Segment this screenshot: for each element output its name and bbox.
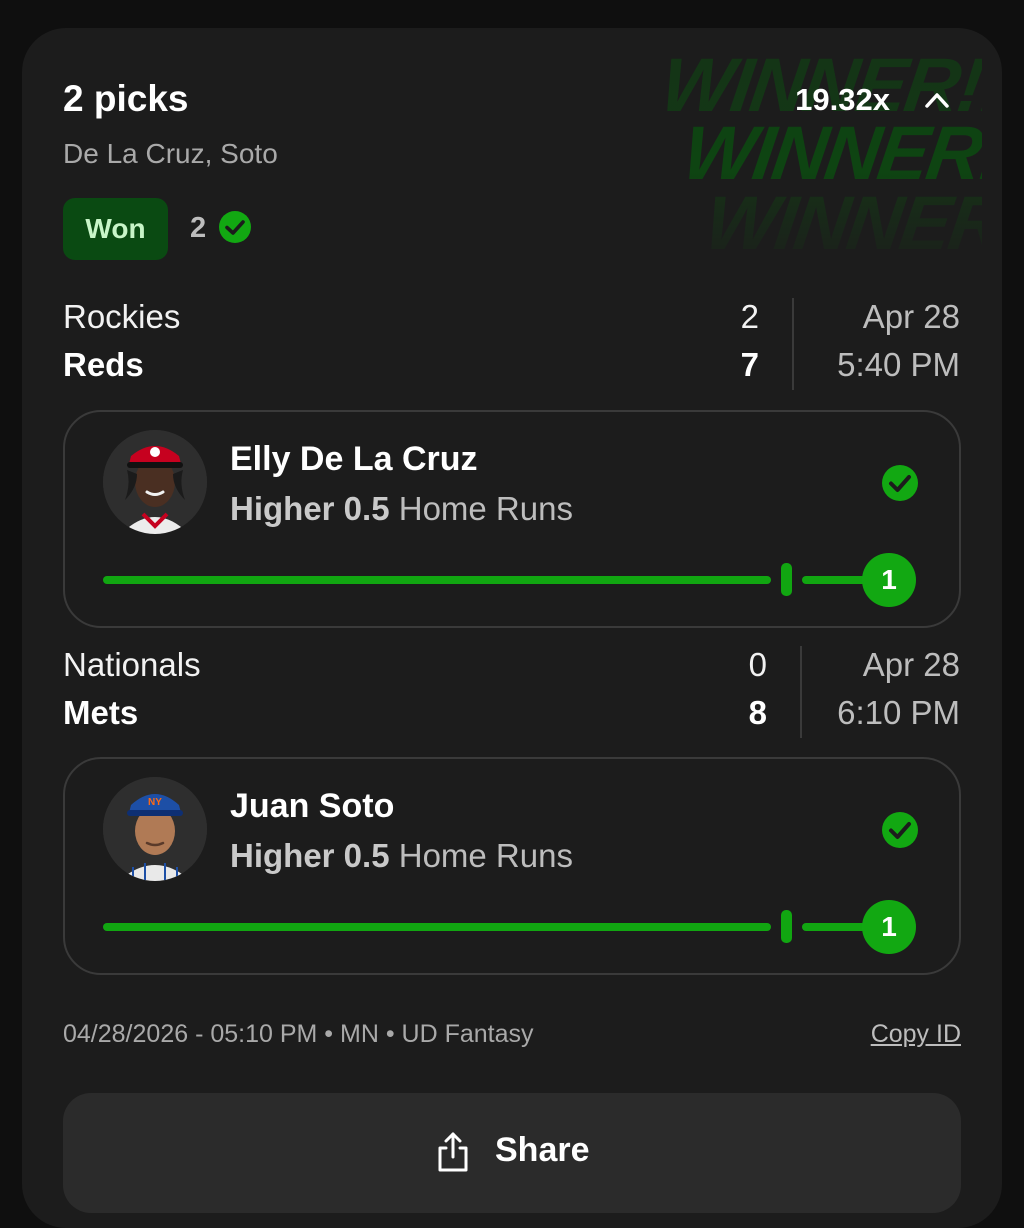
player-headshot [103,430,207,534]
result-value: 1 [862,553,916,607]
pick-direction-line: Higher 0.5 [230,837,390,874]
result-value: 1 [862,900,916,954]
pick-card[interactable]: NY Juan Soto Higher 0.5 Home Runs 1 [63,757,961,975]
line-marker [781,563,792,596]
avatar [103,430,207,534]
winner-background: WINNER!! WINNER!! WINNER!! [662,28,982,268]
home-team: Mets [63,694,139,731]
check-circle-icon [882,812,918,848]
winner-text: WINNER!! [700,181,982,266]
game-row: Nationals Mets 0 8 Apr 28 6:10 PM [63,646,960,746]
share-icon [438,1132,468,1172]
home-score: 8 [748,694,767,731]
entry-meta: 04/28/2026 - 05:10 PM • MN • UD Fantasy [63,1020,534,1048]
entry-title: 2 picks [63,78,189,119]
divider [800,646,802,738]
avatar: NY [103,777,207,881]
pick-stat: Home Runs [398,490,573,527]
won-count: 2 [190,212,207,244]
progress-track [103,576,771,584]
pick-line: Higher 0.5 Home Runs [230,490,573,528]
player-headshot: NY [103,777,207,881]
copy-id-link[interactable]: Copy ID [871,1020,961,1049]
home-score: 7 [740,346,759,383]
pick-direction-line: Higher 0.5 [230,490,390,527]
payout-multiplier: 19.32x [795,82,890,117]
away-score: 0 [748,646,767,683]
svg-text:NY: NY [148,797,162,808]
away-team: Nationals [63,646,201,683]
chevron-up-icon[interactable] [922,86,952,116]
game-date: Apr 28 [862,646,960,683]
divider [792,298,794,390]
share-label: Share [495,1131,590,1169]
home-team: Reds [63,346,144,383]
pick-line: Higher 0.5 Home Runs [230,837,573,875]
player-name: Elly De La Cruz [230,440,478,478]
game-row: Rockies Reds 2 7 Apr 28 5:40 PM [63,298,960,398]
player-name: Juan Soto [230,787,395,825]
players-summary: De La Cruz, Soto [63,138,278,169]
away-score: 2 [740,298,759,335]
progress-track [103,923,771,931]
line-marker [781,910,792,943]
pick-stat: Home Runs [398,837,573,874]
away-team: Rockies [63,298,181,335]
pick-card[interactable]: Elly De La Cruz Higher 0.5 Home Runs 1 [63,410,961,628]
game-time: 5:40 PM [837,346,960,383]
winner-fade [662,28,982,268]
winner-text: WINNER!! [678,111,982,196]
game-date: Apr 28 [862,298,960,335]
check-circle-icon [219,211,251,243]
game-time: 6:10 PM [837,694,960,731]
status-badge: Won [63,198,168,260]
entry-card: WINNER!! WINNER!! WINNER!! 2 picks 19.32… [22,28,1002,1228]
check-circle-icon [882,465,918,501]
share-button[interactable]: Share [63,1093,961,1213]
